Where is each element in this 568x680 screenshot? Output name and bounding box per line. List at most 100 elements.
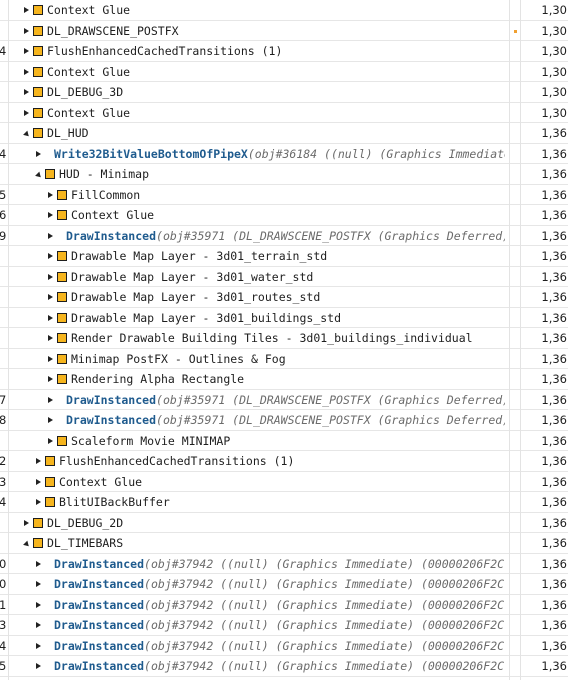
expand-arrow-right-icon[interactable] xyxy=(20,4,32,16)
event-row-group[interactable]: Drawable Map Layer - 3d01_water_std 1,36 xyxy=(0,267,568,287)
expand-arrow-right-icon[interactable] xyxy=(44,435,56,447)
event-row-call[interactable]: 1 DrawInstanced (obj#37942 ((null) (Graphi… xyxy=(0,595,568,615)
event-value: 1,36 xyxy=(541,208,567,222)
event-row-group[interactable]: Drawable Map Layer - 3d01_buildings_std 1… xyxy=(0,308,568,328)
api-call-name: DrawInstanced xyxy=(54,659,145,673)
event-value: 1,36 xyxy=(541,351,567,366)
expand-arrow-right-icon[interactable] xyxy=(32,558,44,570)
event-value: 1,30 xyxy=(541,44,567,58)
event-row-call[interactable]: 4 DrawInstanced (obj#37942 ((null) (Graphi… xyxy=(0,636,568,656)
event-value: 1,36 xyxy=(541,146,567,161)
expand-arrow-right-icon[interactable] xyxy=(20,107,32,119)
event-row-group[interactable]: 2 FlushEnhancedCachedTransitions (1) 1,36 xyxy=(0,451,568,472)
column-divider[interactable] xyxy=(520,0,521,680)
api-call-args: (obj#35971 (DL_DRAWSCENE_POSTFX (Graphic… xyxy=(156,228,505,243)
expand-arrow-right-icon[interactable] xyxy=(20,517,32,529)
expand-arrow-right-icon[interactable] xyxy=(20,66,32,78)
event-row-call[interactable]: 5 DrawInstanced (obj#37942 ((null) (Graphi… xyxy=(0,656,568,677)
event-row-group[interactable]: Context Glue 1,30 xyxy=(0,62,568,82)
event-row-group[interactable]: 6 Context Glue 1,36 xyxy=(0,205,568,226)
expand-arrow-right-icon[interactable] xyxy=(44,271,56,283)
expand-arrow-right-icon[interactable] xyxy=(32,455,44,467)
expand-arrow-down-icon[interactable] xyxy=(32,168,44,180)
expand-arrow-right-icon[interactable] xyxy=(32,660,44,672)
event-row-group[interactable]: 4 BlitUIBackBuffer 1,36 xyxy=(0,492,568,513)
expand-arrow-right-icon[interactable] xyxy=(44,230,56,242)
expand-arrow-right-icon[interactable] xyxy=(44,394,56,406)
api-call-name: DrawInstanced xyxy=(54,618,145,632)
expand-arrow-right-icon[interactable] xyxy=(44,332,56,344)
expand-arrow-down-icon[interactable] xyxy=(20,537,32,549)
event-row-group[interactable]: Context Glue 1,30 xyxy=(0,0,568,21)
event-row-group[interactable]: Minimap PostFX - Outlines & Fog 1,36 xyxy=(0,349,568,369)
expand-arrow-right-icon[interactable] xyxy=(32,599,44,611)
event-value: 1,36 xyxy=(541,454,567,468)
marker-group-icon xyxy=(33,25,43,36)
event-row-group[interactable]: DL_TIMEBARS 1,36 xyxy=(0,533,568,554)
event-row-group[interactable]: 3 Context Glue 1,36 xyxy=(0,472,568,492)
expand-arrow-right-icon[interactable] xyxy=(44,189,56,201)
event-row-group[interactable]: Render Drawable Building Tiles - 3d01_bu… xyxy=(0,328,568,349)
expand-arrow-right-icon[interactable] xyxy=(20,25,32,37)
expand-arrow-right-icon[interactable] xyxy=(44,414,56,426)
marker-group-icon xyxy=(57,210,67,220)
expand-arrow-down-icon[interactable] xyxy=(20,127,32,139)
event-label: Context Glue xyxy=(59,474,143,489)
event-row-call[interactable]: 0 DrawInstanced (obj#37942 ((null) (Graphi… xyxy=(0,554,568,574)
expand-arrow-right-icon[interactable] xyxy=(44,353,56,365)
expand-arrow-right-icon[interactable] xyxy=(32,496,44,508)
marker-group-icon xyxy=(45,497,55,507)
expand-arrow-right-icon[interactable] xyxy=(44,250,56,262)
expand-arrow-right-icon[interactable] xyxy=(32,619,44,631)
event-label: Minimap PostFX - Outlines & Fog xyxy=(71,351,286,366)
marker-group-icon xyxy=(45,169,55,179)
expand-arrow-right-icon[interactable] xyxy=(32,640,44,652)
event-row-group[interactable]: Context Glue 1,30 xyxy=(0,103,568,123)
api-call-name: DrawInstanced xyxy=(54,577,145,591)
column-divider[interactable] xyxy=(509,0,510,680)
expand-arrow-right-icon[interactable] xyxy=(32,476,44,488)
marker-group-icon xyxy=(57,312,67,323)
marker-group-icon xyxy=(33,517,43,528)
event-row-group[interactable]: DL_DEBUG_3D 1,30 xyxy=(0,82,568,103)
api-call-args: (obj#37942 ((null) (Graphics Immediate) … xyxy=(144,556,505,571)
event-row-group[interactable]: DL_DEBUG_2D 1,36 xyxy=(0,513,568,533)
event-value: 1,30 xyxy=(541,64,567,79)
event-value: 1,36 xyxy=(541,433,567,448)
event-row-group[interactable]: Drawable Map Layer - 3d01_terrain_std 1,3… xyxy=(0,246,568,267)
expand-arrow-right-icon[interactable] xyxy=(44,209,56,221)
event-row-group[interactable]: Drawable Map Layer - 3d01_routes_std 1,36 xyxy=(0,287,568,308)
event-value: 1,36 xyxy=(541,618,567,632)
event-row-call[interactable]: 3 DrawInstanced (obj#37942 ((null) (Graphi… xyxy=(0,615,568,636)
event-row-group[interactable]: Rendering Alpha Rectangle 1,36 xyxy=(0,369,568,390)
marker-group-icon xyxy=(57,374,67,384)
event-value: 1,36 xyxy=(541,372,567,386)
event-row-call[interactable]: 9 DrawInstanced (obj#35971 (DL_DRAWSCENE_P… xyxy=(0,226,568,246)
expand-arrow-right-icon[interactable] xyxy=(44,291,56,303)
event-value: 1,36 xyxy=(541,228,567,243)
event-row-call[interactable]: 4 Write32BitValueBottomOfPipeX (obj#36184 … xyxy=(0,144,568,164)
marker-group-icon xyxy=(57,271,67,282)
event-row-group[interactable]: 5 FillCommon 1,36 xyxy=(0,185,568,205)
marker-dot-icon xyxy=(514,29,517,33)
event-row-call[interactable]: 8 DrawInstanced (obj#35971 (DL_DRAWSCENE_P… xyxy=(0,410,568,431)
event-row-group[interactable]: DL_HUD 1,36 xyxy=(0,123,568,144)
event-value: 1,36 xyxy=(541,167,567,181)
event-row-group[interactable]: HUD - Minimap 1,36 xyxy=(0,164,568,185)
event-row-call[interactable]: 7 DrawInstanced (obj#35971 (DL_DRAWSCENE_P… xyxy=(0,390,568,410)
event-value: 1,36 xyxy=(541,495,567,509)
event-label: Drawable Map Layer - 3d01_terrain_std xyxy=(71,249,328,263)
event-row-group[interactable]: 4 FlushEnhancedCachedTransitions (1) 1,30 xyxy=(0,41,568,62)
expand-arrow-right-icon[interactable] xyxy=(32,578,44,590)
expand-arrow-right-icon[interactable] xyxy=(32,148,44,160)
api-call-args: (obj#37942 ((null) (Graphics Immediate) … xyxy=(144,659,505,673)
event-row-group[interactable]: DL_DRAWSCENE_POSTFX 1,30 xyxy=(0,21,568,41)
event-row-call[interactable]: 0 DrawInstanced (obj#37942 ((null) (Graphi… xyxy=(0,574,568,595)
expand-arrow-right-icon[interactable] xyxy=(20,45,32,57)
api-call-name: DrawInstanced xyxy=(66,228,157,243)
event-row-group[interactable]: Scaleform Movie MINIMAP 1,36 xyxy=(0,431,568,451)
marker-group-icon xyxy=(57,333,67,343)
expand-arrow-right-icon[interactable] xyxy=(44,373,56,385)
expand-arrow-right-icon[interactable] xyxy=(44,312,56,324)
expand-arrow-right-icon[interactable] xyxy=(20,86,32,98)
